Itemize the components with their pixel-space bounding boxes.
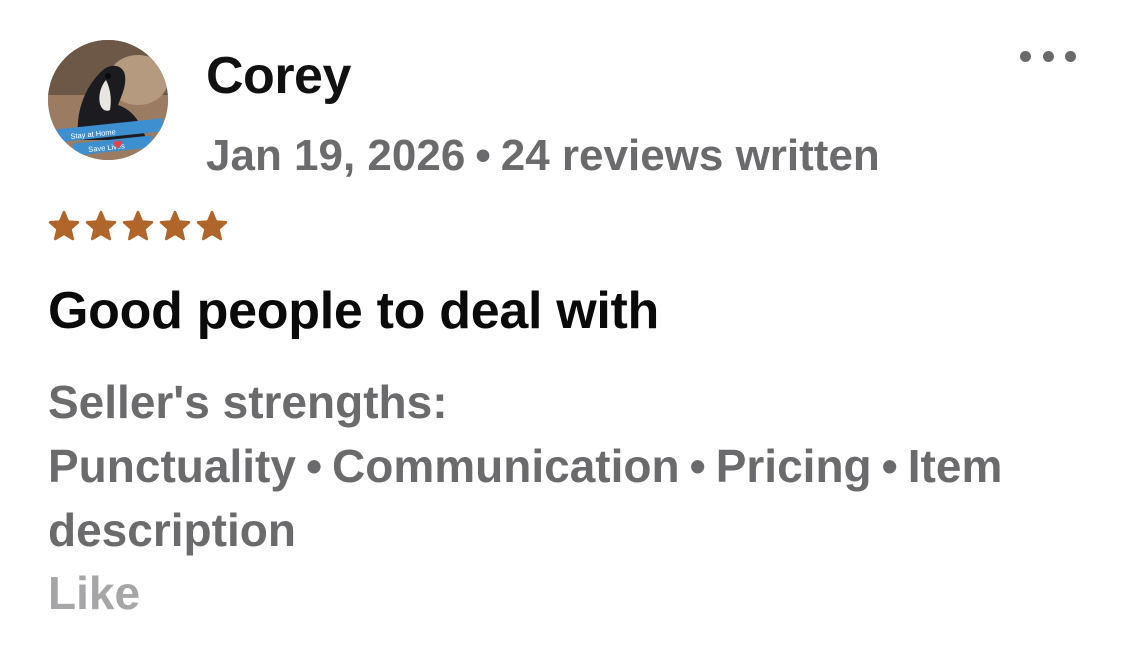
avatar[interactable]: Stay at Home Save Lives bbox=[48, 40, 168, 160]
strengths-label: Seller's strengths: bbox=[48, 376, 448, 428]
star-rating bbox=[48, 210, 228, 242]
star-icon bbox=[85, 210, 117, 241]
more-options-button[interactable] bbox=[1020, 40, 1076, 72]
like-button[interactable]: Like bbox=[48, 570, 140, 616]
star-icon bbox=[196, 210, 228, 241]
strength-separator: • bbox=[689, 440, 706, 492]
strength-item: Punctuality bbox=[48, 440, 296, 492]
more-horizontal-icon bbox=[1020, 50, 1031, 62]
reviews-written-count[interactable]: 24 reviews written bbox=[501, 131, 880, 180]
review-card: Stay at Home Save Lives Corey Jan 19, 20… bbox=[0, 0, 1125, 650]
review-title: Good people to deal with bbox=[48, 282, 660, 340]
strength-separator: • bbox=[881, 440, 898, 492]
more-horizontal-icon-dot bbox=[1042, 50, 1054, 62]
star-icon bbox=[159, 210, 191, 241]
strength-item: Pricing bbox=[715, 440, 872, 492]
seller-strengths: Seller's strengths: Punctuality • Communic… bbox=[48, 370, 1002, 562]
strength-separator: • bbox=[305, 440, 323, 492]
meta-separator: • bbox=[475, 131, 491, 180]
star-icon bbox=[122, 210, 154, 241]
strength-item: Communication bbox=[332, 440, 680, 492]
star-icon bbox=[48, 210, 80, 241]
review-meta: Jan 19, 2026 • 24 reviews written bbox=[206, 134, 880, 178]
more-horizontal-icon-dot bbox=[1065, 50, 1076, 62]
reviewer-name[interactable]: Corey bbox=[206, 50, 351, 102]
review-date: Jan 19, 2026 bbox=[206, 131, 466, 180]
avatar-image: Stay at Home Save Lives bbox=[48, 40, 168, 160]
